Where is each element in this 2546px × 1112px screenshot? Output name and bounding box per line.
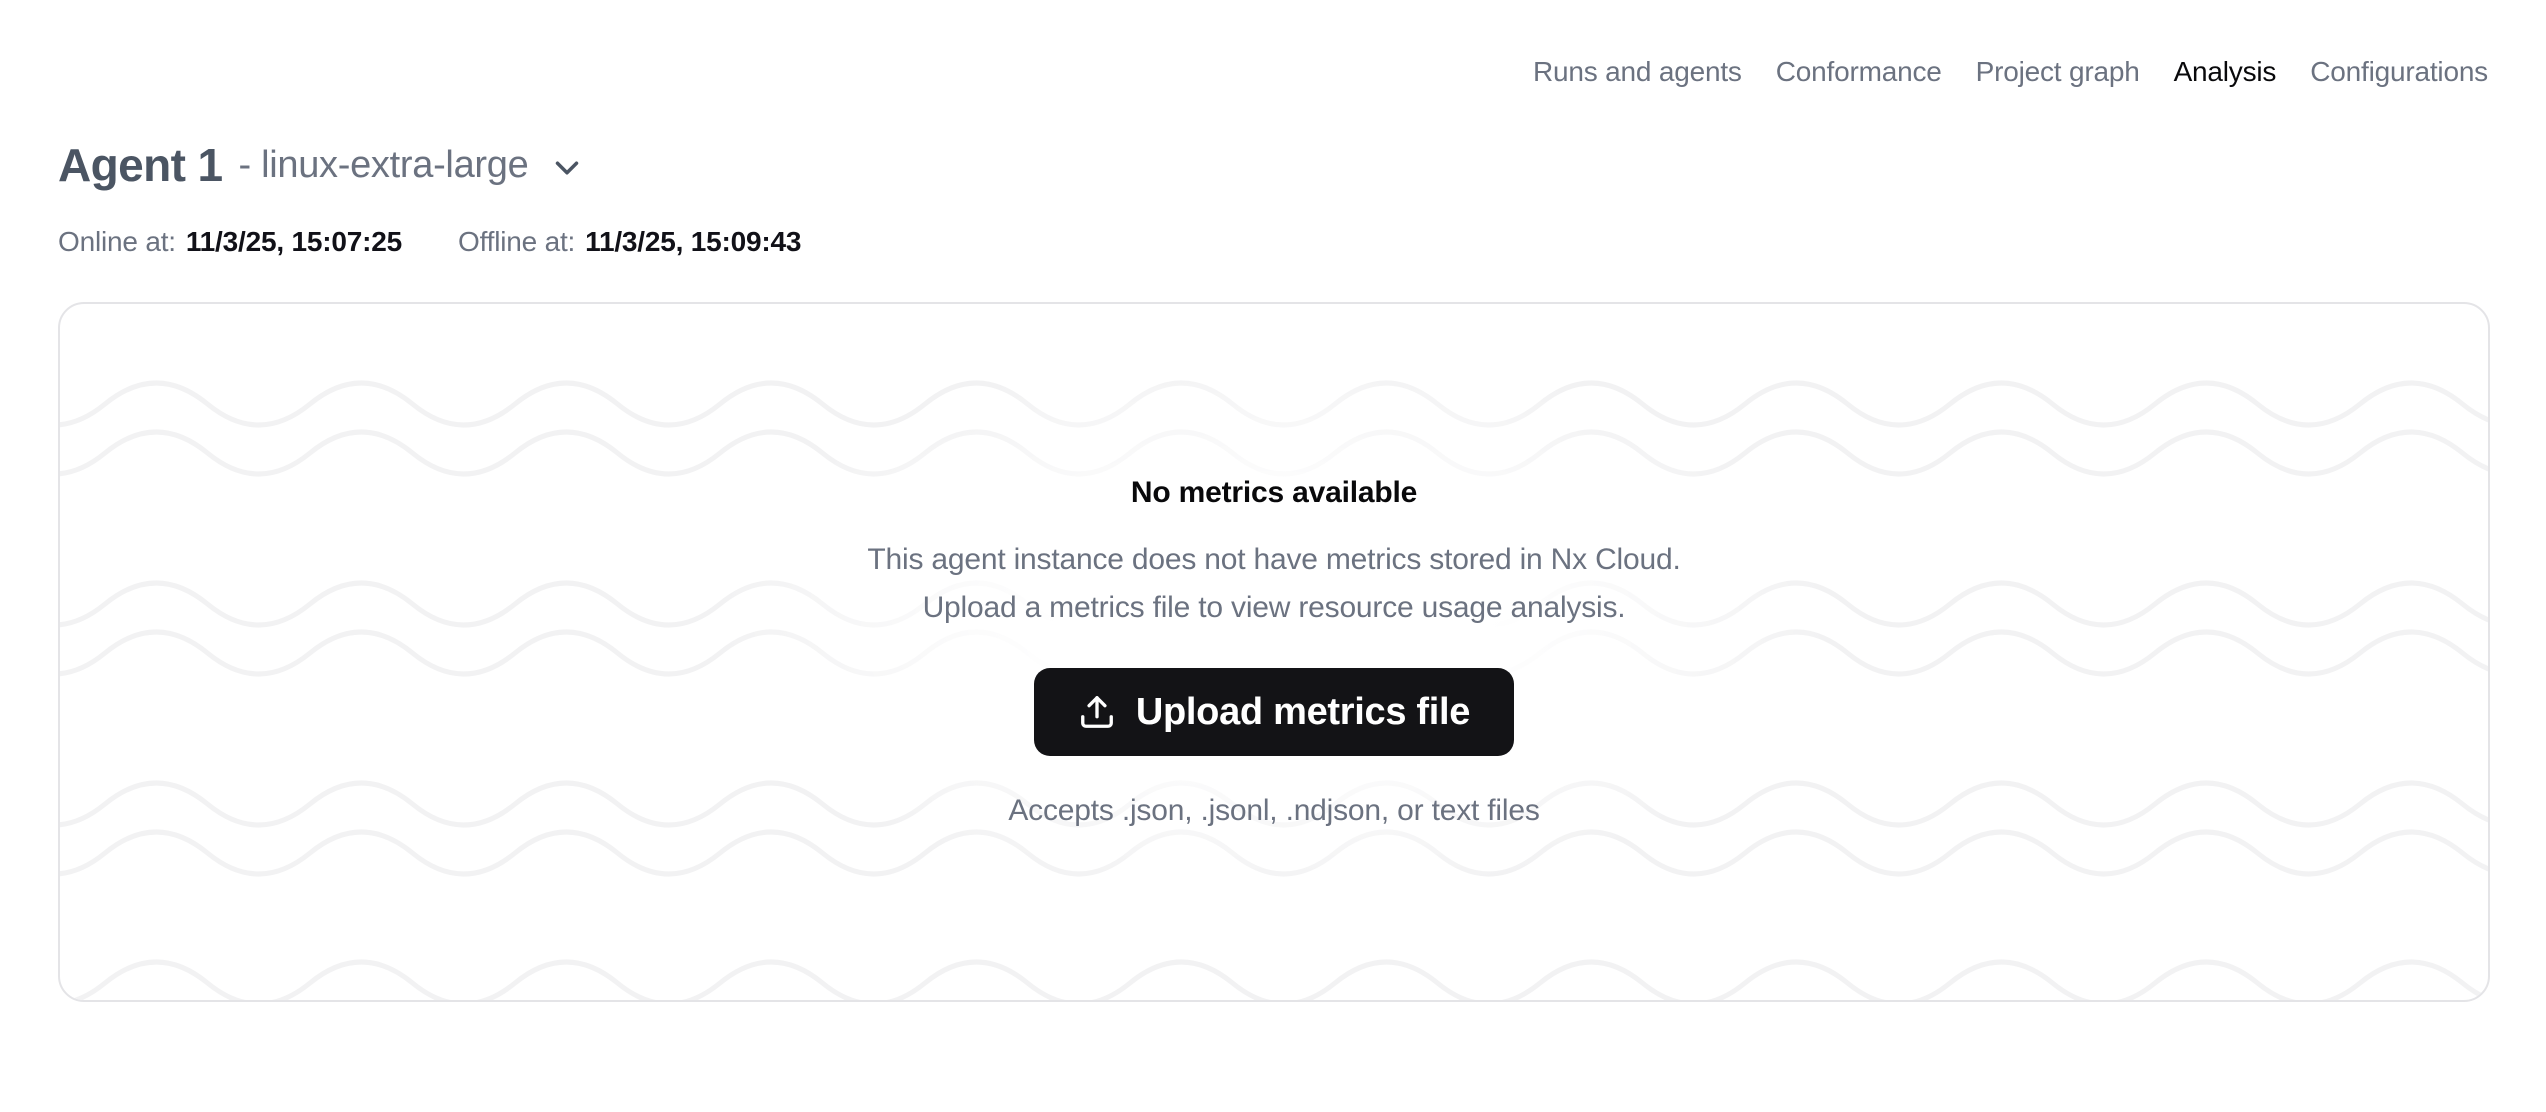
page: Runs and agents Conformance Project grap… <box>0 0 2546 1112</box>
online-at-label: Online at: <box>58 226 176 258</box>
upload-button-label: Upload metrics file <box>1136 691 1470 734</box>
main-content: Agent 1 - linux-extra-large Online at: 1… <box>58 0 2490 1002</box>
offline-at: Offline at: 11/3/25, 15:09:43 <box>458 226 801 258</box>
agent-launch-template: - linux-extra-large <box>238 144 528 187</box>
empty-state-description: This agent instance does not have metric… <box>867 536 1680 632</box>
metrics-empty-state-card: No metrics available This agent instance… <box>58 302 2490 1002</box>
offline-at-value: 11/3/25, 15:09:43 <box>585 226 801 258</box>
agent-timestamps: Online at: 11/3/25, 15:07:25 Offline at:… <box>58 226 2490 258</box>
chevron-down-icon <box>548 149 586 187</box>
upload-metrics-file-button[interactable]: Upload metrics file <box>1034 668 1514 756</box>
online-at: Online at: 11/3/25, 15:07:25 <box>58 226 402 258</box>
empty-state-description-line2: Upload a metrics file to view resource u… <box>867 584 1680 632</box>
empty-state-description-line1: This agent instance does not have metric… <box>867 536 1680 584</box>
page-title: Agent 1 <box>58 138 222 192</box>
online-at-value: 11/3/25, 15:07:25 <box>186 226 402 258</box>
offline-at-label: Offline at: <box>458 226 575 258</box>
empty-state-content: No metrics available This agent instance… <box>60 304 2488 1000</box>
empty-state-title: No metrics available <box>1131 476 1417 510</box>
agent-selector[interactable]: Agent 1 - linux-extra-large <box>58 138 2490 192</box>
upload-icon <box>1078 693 1116 731</box>
accepted-files-note: Accepts .json, .jsonl, .ndjson, or text … <box>1008 794 1539 828</box>
